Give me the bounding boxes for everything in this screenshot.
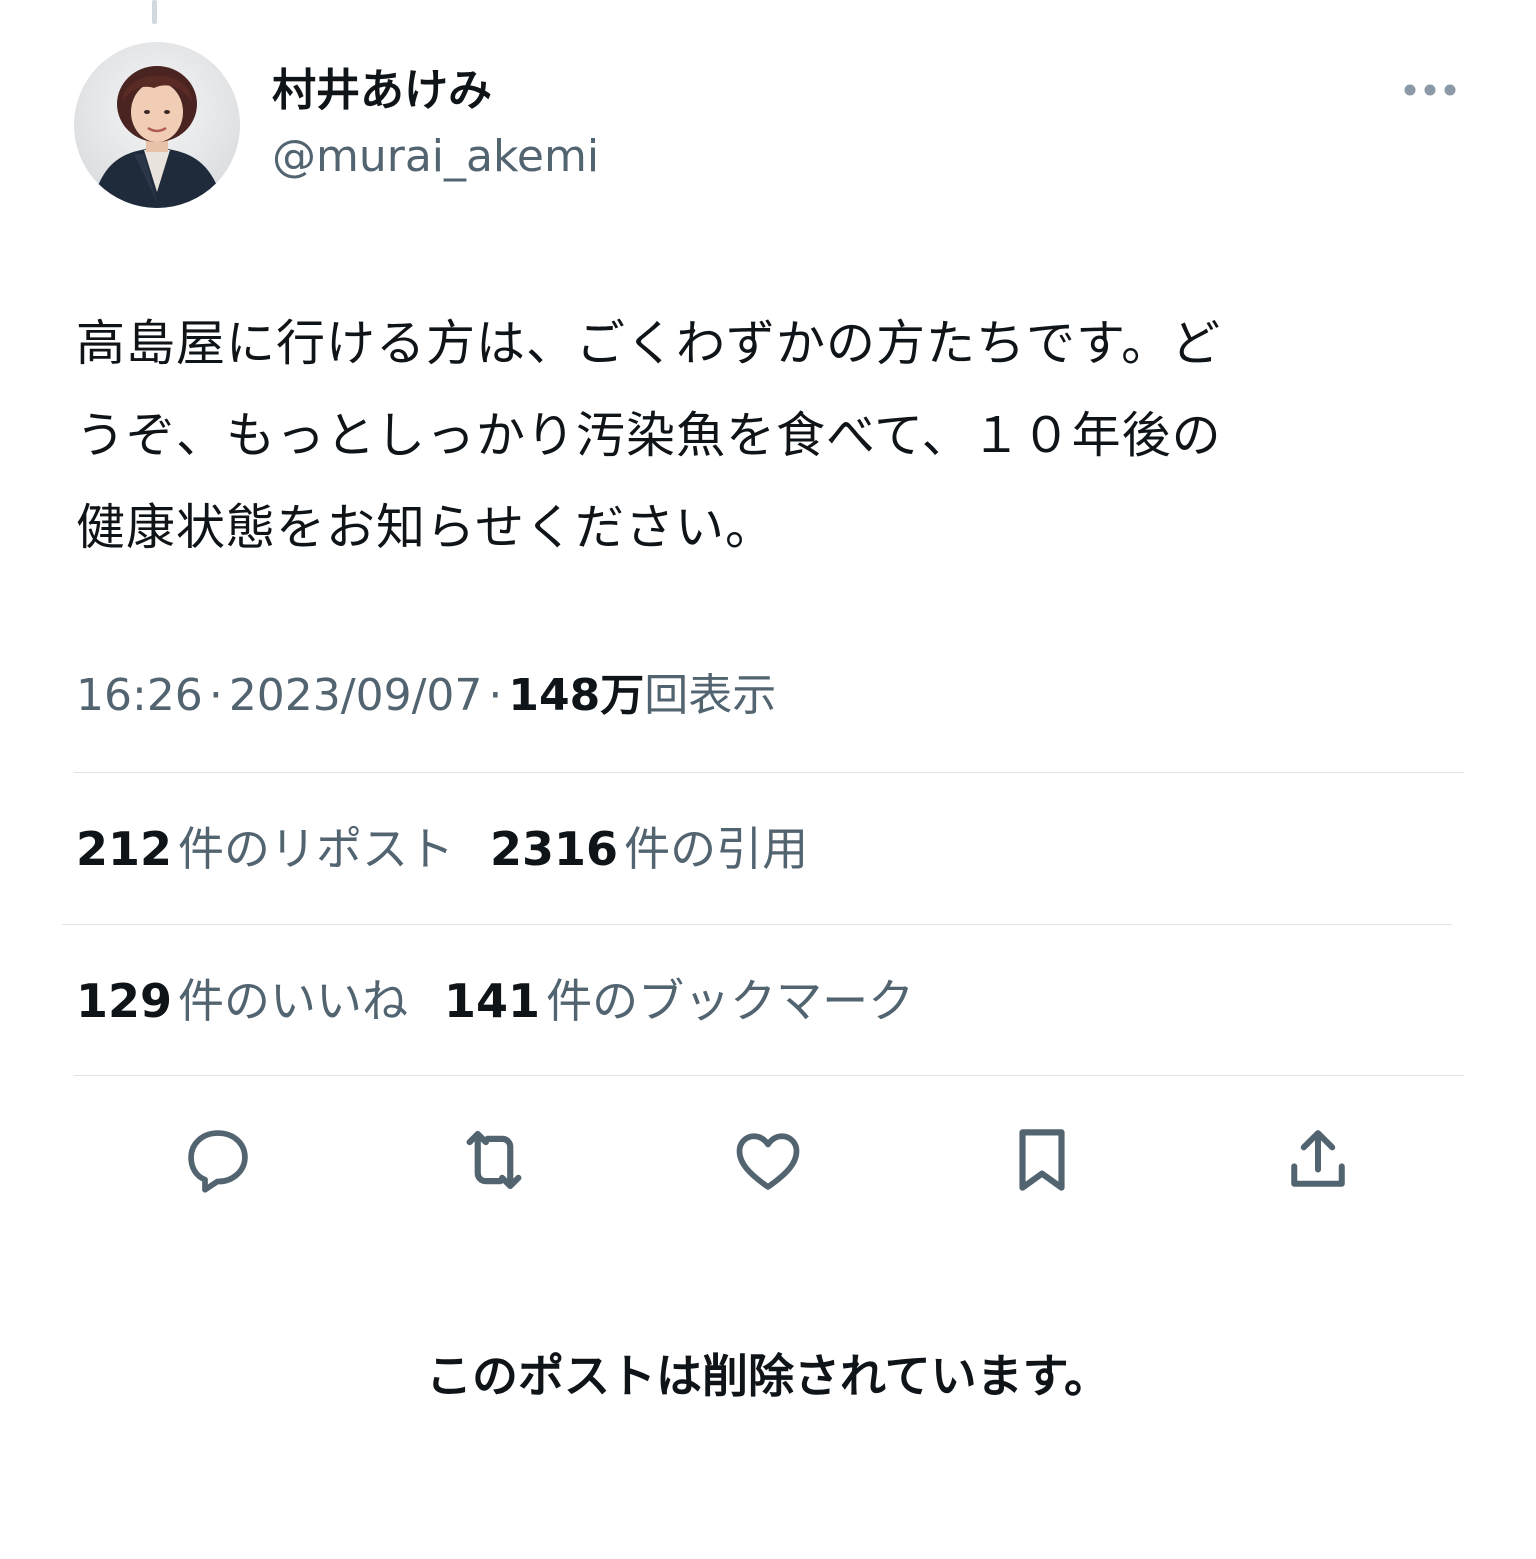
like-icon [736,1133,800,1190]
bookmarks-count: 141 [444,974,541,1028]
divider [62,924,1452,925]
views-count: 148万 [508,670,645,721]
deleted-post-notice: このポストは削除されています。 [425,1349,1111,1403]
like-button[interactable] [726,1118,810,1202]
author-display-name[interactable]: 村井あけみ [272,62,492,120]
reply-icon [188,1130,248,1193]
reposts-label: 件のリポスト [178,822,455,876]
ellipsis-icon [1404,84,1456,96]
reposts-count: 212 [76,822,173,876]
engagement-row-1: 212 件のリポスト 2316 件の引用 [76,818,844,880]
bookmarks-stat[interactable]: 141 件のブックマーク [444,970,914,1032]
divider [74,772,1464,773]
divider [74,1075,1464,1076]
post-meta: 16:26 · 2023/09/07 · 148万回表示 [76,666,776,726]
engagement-row-2: 129 件のいいね 141 件のブックマーク [76,970,950,1032]
profile-photo [74,42,240,208]
likes-stat[interactable]: 129 件のいいね [76,970,408,1032]
share-icon [1291,1130,1345,1187]
post-time[interactable]: 16:26 [76,670,203,721]
quotes-label: 件の引用 [624,822,809,876]
more-options-button[interactable] [1398,70,1462,110]
avatar[interactable] [74,42,240,208]
post-date[interactable]: 2023/09/07 [229,670,483,721]
bookmark-icon [1019,1129,1065,1191]
repost-button[interactable] [452,1118,536,1202]
meta-separator: · [488,670,503,721]
bookmark-button[interactable] [1000,1118,1084,1202]
views-label: 回表示 [644,670,777,721]
reply-button[interactable] [176,1118,260,1202]
quotes-stat[interactable]: 2316 件の引用 [490,818,808,880]
bookmarks-label: 件のブックマーク [546,974,915,1028]
share-button[interactable] [1276,1118,1360,1202]
thread-connector-line [152,0,157,24]
author-handle[interactable]: @murai_akemi [272,128,599,186]
reposts-stat[interactable]: 212 件のリポスト [76,818,454,880]
likes-count: 129 [76,974,173,1028]
likes-label: 件のいいね [178,974,409,1028]
repost-icon [466,1130,522,1190]
quotes-count: 2316 [490,822,619,876]
post-text: 高島屋に行ける方は、ごくわずかの方たちです。ど うぞ、もっとしっかり汚染魚を食べ… [76,315,1222,556]
meta-separator: · [208,670,223,721]
